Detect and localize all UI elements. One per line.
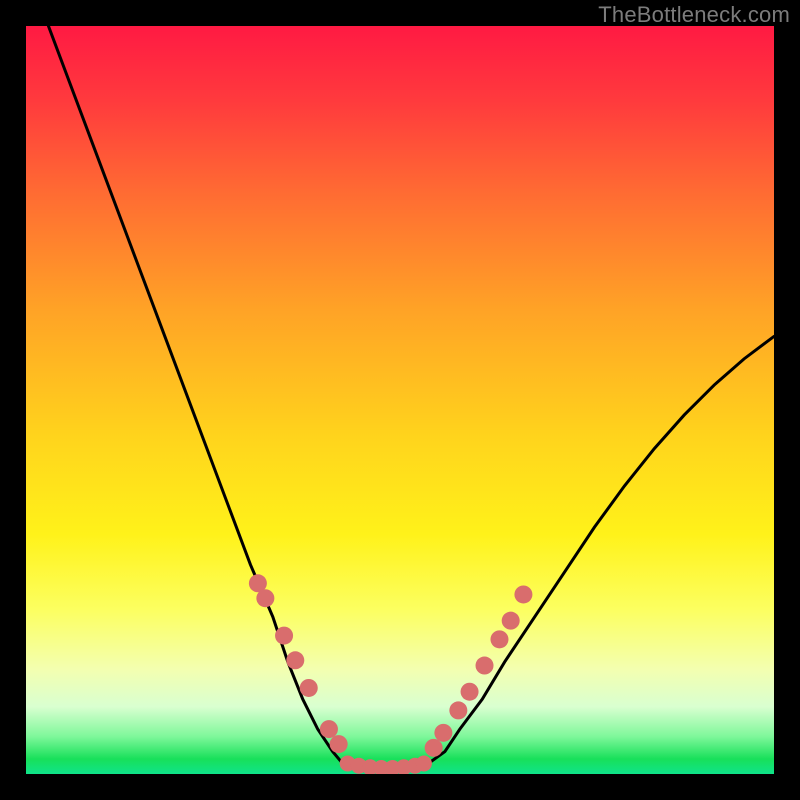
data-dot (425, 739, 443, 757)
data-dot (490, 630, 508, 648)
data-dot (476, 657, 494, 675)
data-dot (256, 589, 274, 607)
data-dot (514, 585, 532, 603)
watermark-label: TheBottleneck.com (598, 2, 790, 28)
data-dot (461, 683, 479, 701)
data-dot (416, 756, 432, 772)
data-dot (449, 701, 467, 719)
chart-frame: TheBottleneck.com (0, 0, 800, 800)
data-dot (502, 612, 520, 630)
data-dot (300, 679, 318, 697)
plot-area (26, 26, 774, 774)
chart-svg (26, 26, 774, 774)
data-dot (286, 651, 304, 669)
bottleneck-curve (48, 26, 774, 770)
data-dot (320, 720, 338, 738)
data-dot (330, 735, 348, 753)
data-dot (434, 724, 452, 742)
data-dot (275, 627, 293, 645)
